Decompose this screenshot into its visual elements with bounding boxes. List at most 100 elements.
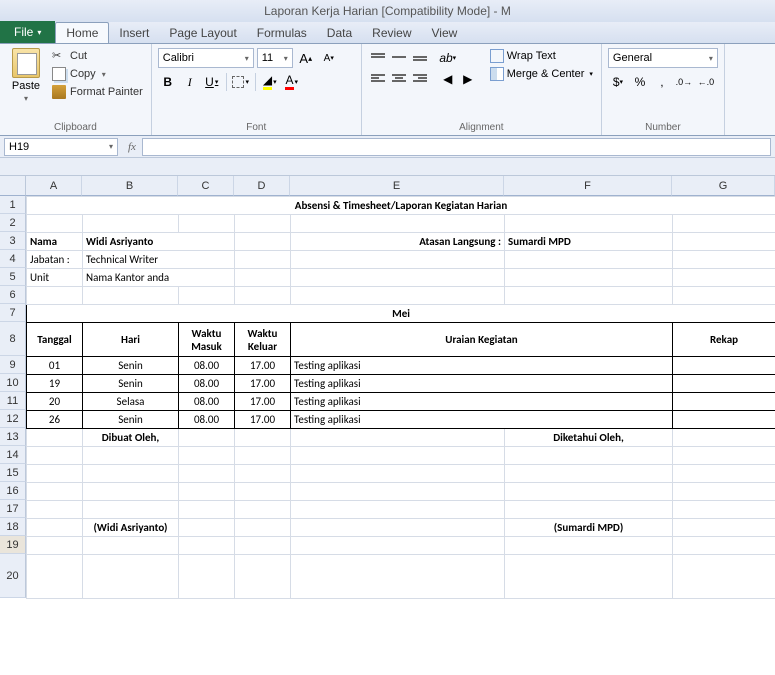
cell[interactable]: Unit (27, 269, 83, 287)
comma-button[interactable]: , (652, 72, 672, 92)
cell[interactable]: Testing aplikasi (291, 411, 673, 429)
row-header[interactable]: 15 (0, 464, 26, 482)
font-size-combo[interactable]: 11▾ (257, 48, 293, 68)
name-box[interactable]: H19▾ (4, 138, 118, 156)
col-header[interactable]: D (234, 176, 290, 196)
cell[interactable]: Testing aplikasi (291, 375, 673, 393)
row-header[interactable]: 13 (0, 428, 26, 446)
cell[interactable]: Sumardi MPD (505, 233, 673, 251)
col-header[interactable]: B (82, 176, 178, 196)
row-header[interactable]: 20 (0, 554, 26, 598)
cell[interactable] (673, 375, 775, 393)
cell[interactable]: Nama (27, 233, 83, 251)
cell[interactable]: Dibuat Oleh, (83, 429, 179, 447)
tab-page-layout[interactable]: Page Layout (159, 23, 246, 43)
cell[interactable]: 26 (27, 411, 83, 429)
cell[interactable] (673, 357, 775, 375)
tab-review[interactable]: Review (362, 23, 421, 43)
col-header[interactable]: A (26, 176, 82, 196)
col-header[interactable]: F (504, 176, 672, 196)
align-bottom-button[interactable] (410, 48, 430, 68)
cell-month[interactable]: Mei (27, 305, 775, 323)
cell[interactable]: (Sumardi MPD) (505, 519, 673, 537)
increase-indent-button[interactable]: ▶ (458, 69, 478, 89)
decrease-decimal-button[interactable]: ←.0 (696, 72, 716, 92)
format-painter-button[interactable]: Format Painter (50, 84, 145, 100)
tab-home[interactable]: Home (55, 22, 109, 43)
file-tab[interactable]: File (0, 21, 55, 43)
cell[interactable]: Nama Kantor anda (83, 269, 235, 287)
merge-center-button[interactable]: Merge & Center▾ (488, 66, 595, 82)
cut-button[interactable]: ✂Cut (50, 48, 145, 64)
row-header[interactable]: 17 (0, 500, 26, 518)
cell[interactable]: 17.00 (235, 357, 291, 375)
cell[interactable]: 17.00 (235, 411, 291, 429)
tab-view[interactable]: View (422, 23, 468, 43)
row-header[interactable]: 10 (0, 374, 26, 392)
cells[interactable]: Absensi & Timesheet/Laporan Kegiatan Har… (26, 196, 775, 599)
fx-icon[interactable]: fx (128, 141, 136, 153)
copy-button[interactable]: Copy▾ (50, 66, 145, 82)
cell-title[interactable]: Absensi & Timesheet/Laporan Kegiatan Har… (27, 197, 775, 215)
cell[interactable]: Widi Asriyanto (83, 233, 235, 251)
tab-data[interactable]: Data (317, 23, 362, 43)
percent-button[interactable]: % (630, 72, 650, 92)
align-top-button[interactable] (368, 48, 388, 68)
select-all-corner[interactable] (0, 176, 26, 196)
row-header[interactable]: 19 (0, 536, 26, 554)
paste-button[interactable]: Paste ▾ (6, 48, 46, 120)
align-left-button[interactable] (368, 69, 388, 89)
cell[interactable]: Technical Writer (83, 251, 235, 269)
number-format-combo[interactable]: General▾ (608, 48, 718, 68)
row-header[interactable]: 9 (0, 356, 26, 374)
font-name-combo[interactable]: Calibri▾ (158, 48, 254, 68)
tab-formulas[interactable]: Formulas (247, 23, 317, 43)
cell[interactable] (673, 411, 775, 429)
cell[interactable]: 08.00 (179, 411, 235, 429)
cell-header[interactable]: Hari (83, 323, 179, 357)
cell[interactable]: 01 (27, 357, 83, 375)
tab-insert[interactable]: Insert (109, 23, 159, 43)
row-header[interactable]: 1 (0, 196, 26, 214)
cell[interactable]: 08.00 (179, 375, 235, 393)
fill-color-button[interactable]: ◢▾ (260, 72, 280, 92)
italic-button[interactable]: I (180, 72, 200, 92)
borders-button[interactable]: ▾ (231, 72, 251, 92)
col-header[interactable]: G (672, 176, 775, 196)
cell[interactable] (673, 393, 775, 411)
row-header[interactable]: 7 (0, 304, 26, 322)
cell[interactable]: 19 (27, 375, 83, 393)
row-header[interactable]: 16 (0, 482, 26, 500)
cell-header[interactable]: Waktu Masuk (179, 323, 235, 357)
orientation-button[interactable]: ab▾ (438, 48, 458, 68)
row-header[interactable]: 11 (0, 392, 26, 410)
col-header[interactable]: E (290, 176, 504, 196)
cell[interactable]: Atasan Langsung : (291, 233, 505, 251)
increase-decimal-button[interactable]: .0→ (674, 72, 694, 92)
row-header[interactable]: 3 (0, 232, 26, 250)
col-header[interactable]: C (178, 176, 234, 196)
cell[interactable]: Jabatan : (27, 251, 83, 269)
cell[interactable]: Senin (83, 375, 179, 393)
shrink-font-button[interactable]: A▾ (319, 48, 339, 68)
row-header[interactable]: 14 (0, 446, 26, 464)
cell[interactable]: Testing aplikasi (291, 393, 673, 411)
row-header[interactable]: 18 (0, 518, 26, 536)
cell[interactable]: Senin (83, 357, 179, 375)
align-center-button[interactable] (389, 69, 409, 89)
underline-button[interactable]: U▾ (202, 72, 222, 92)
cell[interactable]: Testing aplikasi (291, 357, 673, 375)
cell[interactable]: (Widi Asriyanto) (83, 519, 179, 537)
wrap-text-button[interactable]: Wrap Text (488, 48, 595, 64)
row-header[interactable]: 6 (0, 286, 26, 304)
formula-bar[interactable] (142, 138, 771, 156)
accounting-format-button[interactable]: $▾ (608, 72, 628, 92)
worksheet-grid[interactable]: 1 2 3 4 5 6 7 8 9 10 11 12 13 14 15 16 1… (0, 176, 775, 675)
row-header[interactable]: 5 (0, 268, 26, 286)
cell-header[interactable]: Rekap (673, 323, 775, 357)
cell[interactable]: Selasa (83, 393, 179, 411)
bold-button[interactable]: B (158, 72, 178, 92)
cell[interactable]: 17.00 (235, 375, 291, 393)
row-header[interactable]: 8 (0, 322, 26, 356)
row-header[interactable]: 12 (0, 410, 26, 428)
